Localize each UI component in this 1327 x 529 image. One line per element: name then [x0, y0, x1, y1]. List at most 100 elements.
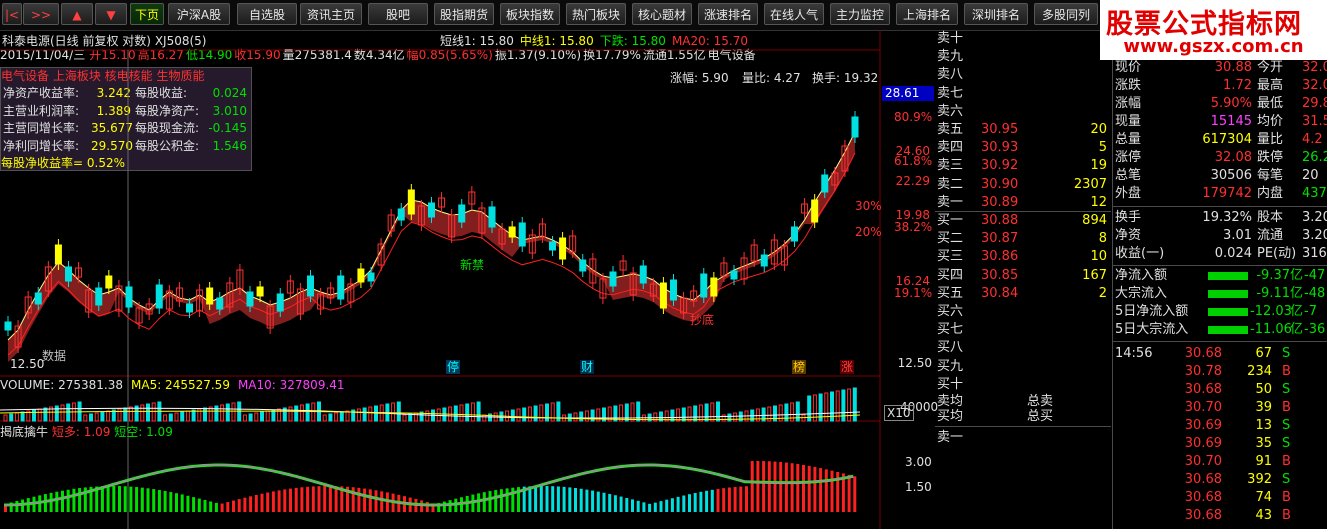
volume-bar [727, 413, 732, 422]
tick-vol-7: 392 [1247, 472, 1272, 487]
ind2-bar [551, 486, 555, 512]
tick-price-2: 30.68 [1184, 382, 1222, 397]
volume-bar [704, 403, 709, 422]
volume-bar [334, 412, 339, 422]
toolbar-button-9[interactable]: 股吧 [368, 3, 428, 25]
quote-val-3: 15145 [1210, 114, 1252, 129]
book-separator-2 [935, 426, 1111, 427]
tick-price-9: 30.68 [1184, 508, 1222, 523]
candle-body [508, 226, 516, 238]
volume-bar [146, 403, 150, 422]
sell-label-1: 卖四 [937, 140, 964, 156]
ind2-axis-15: 1.50 [905, 480, 932, 494]
ind2-bar [505, 488, 509, 512]
volume-bar [140, 404, 145, 422]
ind2-bar [659, 501, 663, 512]
quote-val2-2: 29.8 [1302, 96, 1327, 111]
quote-left-border [1112, 60, 1113, 529]
ind2-bar [380, 491, 384, 512]
candle-body [186, 303, 193, 313]
volume-unit-badge[interactable]: X10 [884, 405, 914, 421]
ind2-bar [568, 487, 572, 512]
candle-body [337, 275, 345, 300]
volume-bar [260, 411, 264, 422]
toolbar-button-16[interactable]: 主力监控 [830, 3, 890, 25]
ind2-bar [807, 465, 811, 512]
candle-body [407, 189, 415, 215]
toolbar-button-6[interactable]: 沪深A股 [168, 3, 230, 25]
ind2-bar [49, 492, 53, 512]
ind2-bar [585, 489, 589, 512]
volume-bar [579, 411, 584, 422]
buy-price-0: 30.88 [981, 213, 1019, 228]
ind2-bar [226, 502, 230, 512]
volume-bar [220, 404, 225, 422]
buy-label-4: 买五 [937, 285, 964, 301]
ind2-bar [135, 487, 139, 512]
ind2-bar [328, 486, 332, 512]
toolbar-button-13[interactable]: 核心题材 [632, 3, 692, 25]
toolbar-button-19[interactable]: 多股同列 [1034, 3, 1098, 25]
flow-val2-3: -36 [1304, 322, 1326, 337]
quote-key-1: 涨跌 [1115, 78, 1142, 93]
quote-val-2: 5.90% [1210, 96, 1252, 111]
event-mark-3[interactable]: 涨 [840, 360, 855, 374]
buy-price-3: 30.85 [981, 267, 1019, 283]
volume-bar [151, 402, 156, 422]
candle-body [216, 297, 224, 310]
ind2-bar [482, 492, 486, 512]
sell-label-3: 卖二 [937, 176, 964, 192]
event-mark-1[interactable]: 财 [580, 360, 595, 374]
toolbar-button-2[interactable]: ▲ [61, 3, 93, 25]
toolbar-button-15[interactable]: 在线人气 [764, 3, 824, 25]
ind2-bar [243, 497, 247, 512]
quote-key2-5: 跌停 [1257, 150, 1284, 165]
flow-unit-2: 亿 [1290, 304, 1304, 319]
toolbar-button-17[interactable]: 上海排名 [896, 3, 958, 25]
header-item-2: MA10: 327809.41 [237, 378, 345, 392]
quote2-val2-0: 3.20 [1302, 210, 1327, 225]
ind2-bar [271, 491, 275, 512]
quote-key2-3: 均价 [1257, 114, 1284, 129]
candle-body [428, 202, 435, 218]
ind2-bar [192, 497, 196, 512]
ind2-bar [716, 488, 720, 512]
toolbar-button-3[interactable]: ▼ [95, 3, 127, 25]
quote2-key-0: 换手 [1115, 210, 1142, 225]
ind2-bar [266, 492, 270, 512]
toolbar-button-14[interactable]: 涨速排名 [698, 3, 758, 25]
candle-body [659, 282, 667, 309]
buy-vol-3: 167 [1082, 267, 1107, 283]
toolbar-button-0[interactable]: |< [2, 3, 22, 25]
volume-bar [299, 404, 304, 422]
ind2-bar [15, 501, 19, 512]
toolbar-button-12[interactable]: 热门板块 [566, 3, 626, 25]
toolbar-button-10[interactable]: 股指期货 [434, 3, 494, 25]
toolbar-button-1[interactable]: >> [23, 3, 59, 25]
event-mark-2[interactable]: 榜 [792, 360, 807, 374]
toolbar-button-11[interactable]: 板块指数 [500, 3, 560, 25]
volume-bar [43, 407, 48, 422]
xinjin-label: 新禁 [460, 258, 485, 272]
data-label: 数据 [42, 349, 67, 363]
candle-body [246, 291, 254, 307]
quote-val2-1: 32.0 [1302, 78, 1327, 93]
quote-key2-1: 最高 [1257, 78, 1284, 93]
toolbar-button-5[interactable]: 下页 [130, 3, 164, 25]
candle-body [791, 226, 798, 242]
quote-key-5: 涨停 [1115, 150, 1142, 165]
sell-vol-3: 2307 [1073, 176, 1107, 192]
kline-chart[interactable] [0, 30, 935, 529]
candle-body [760, 254, 768, 267]
sell-vol-4: 12 [1090, 194, 1107, 210]
ind2-bar [123, 486, 127, 512]
candle-body [54, 244, 62, 265]
toolbar-button-18[interactable]: 深圳排名 [964, 3, 1028, 25]
toolbar-button-7[interactable]: 自选股 [237, 3, 297, 25]
event-mark-0[interactable]: 停 [446, 360, 461, 374]
ind2-bar [317, 486, 321, 512]
tick-price-0: 30.68 [1184, 346, 1222, 361]
quote-panel: 现价 30.88 今开 32.0 涨跌 1.72 最高 32.0 涨幅 5.90% 最低 29.8 现量… [1112, 60, 1327, 529]
pct-label-pct30: 30% [855, 199, 882, 213]
toolbar-button-8[interactable]: 资讯主页 [300, 3, 362, 25]
